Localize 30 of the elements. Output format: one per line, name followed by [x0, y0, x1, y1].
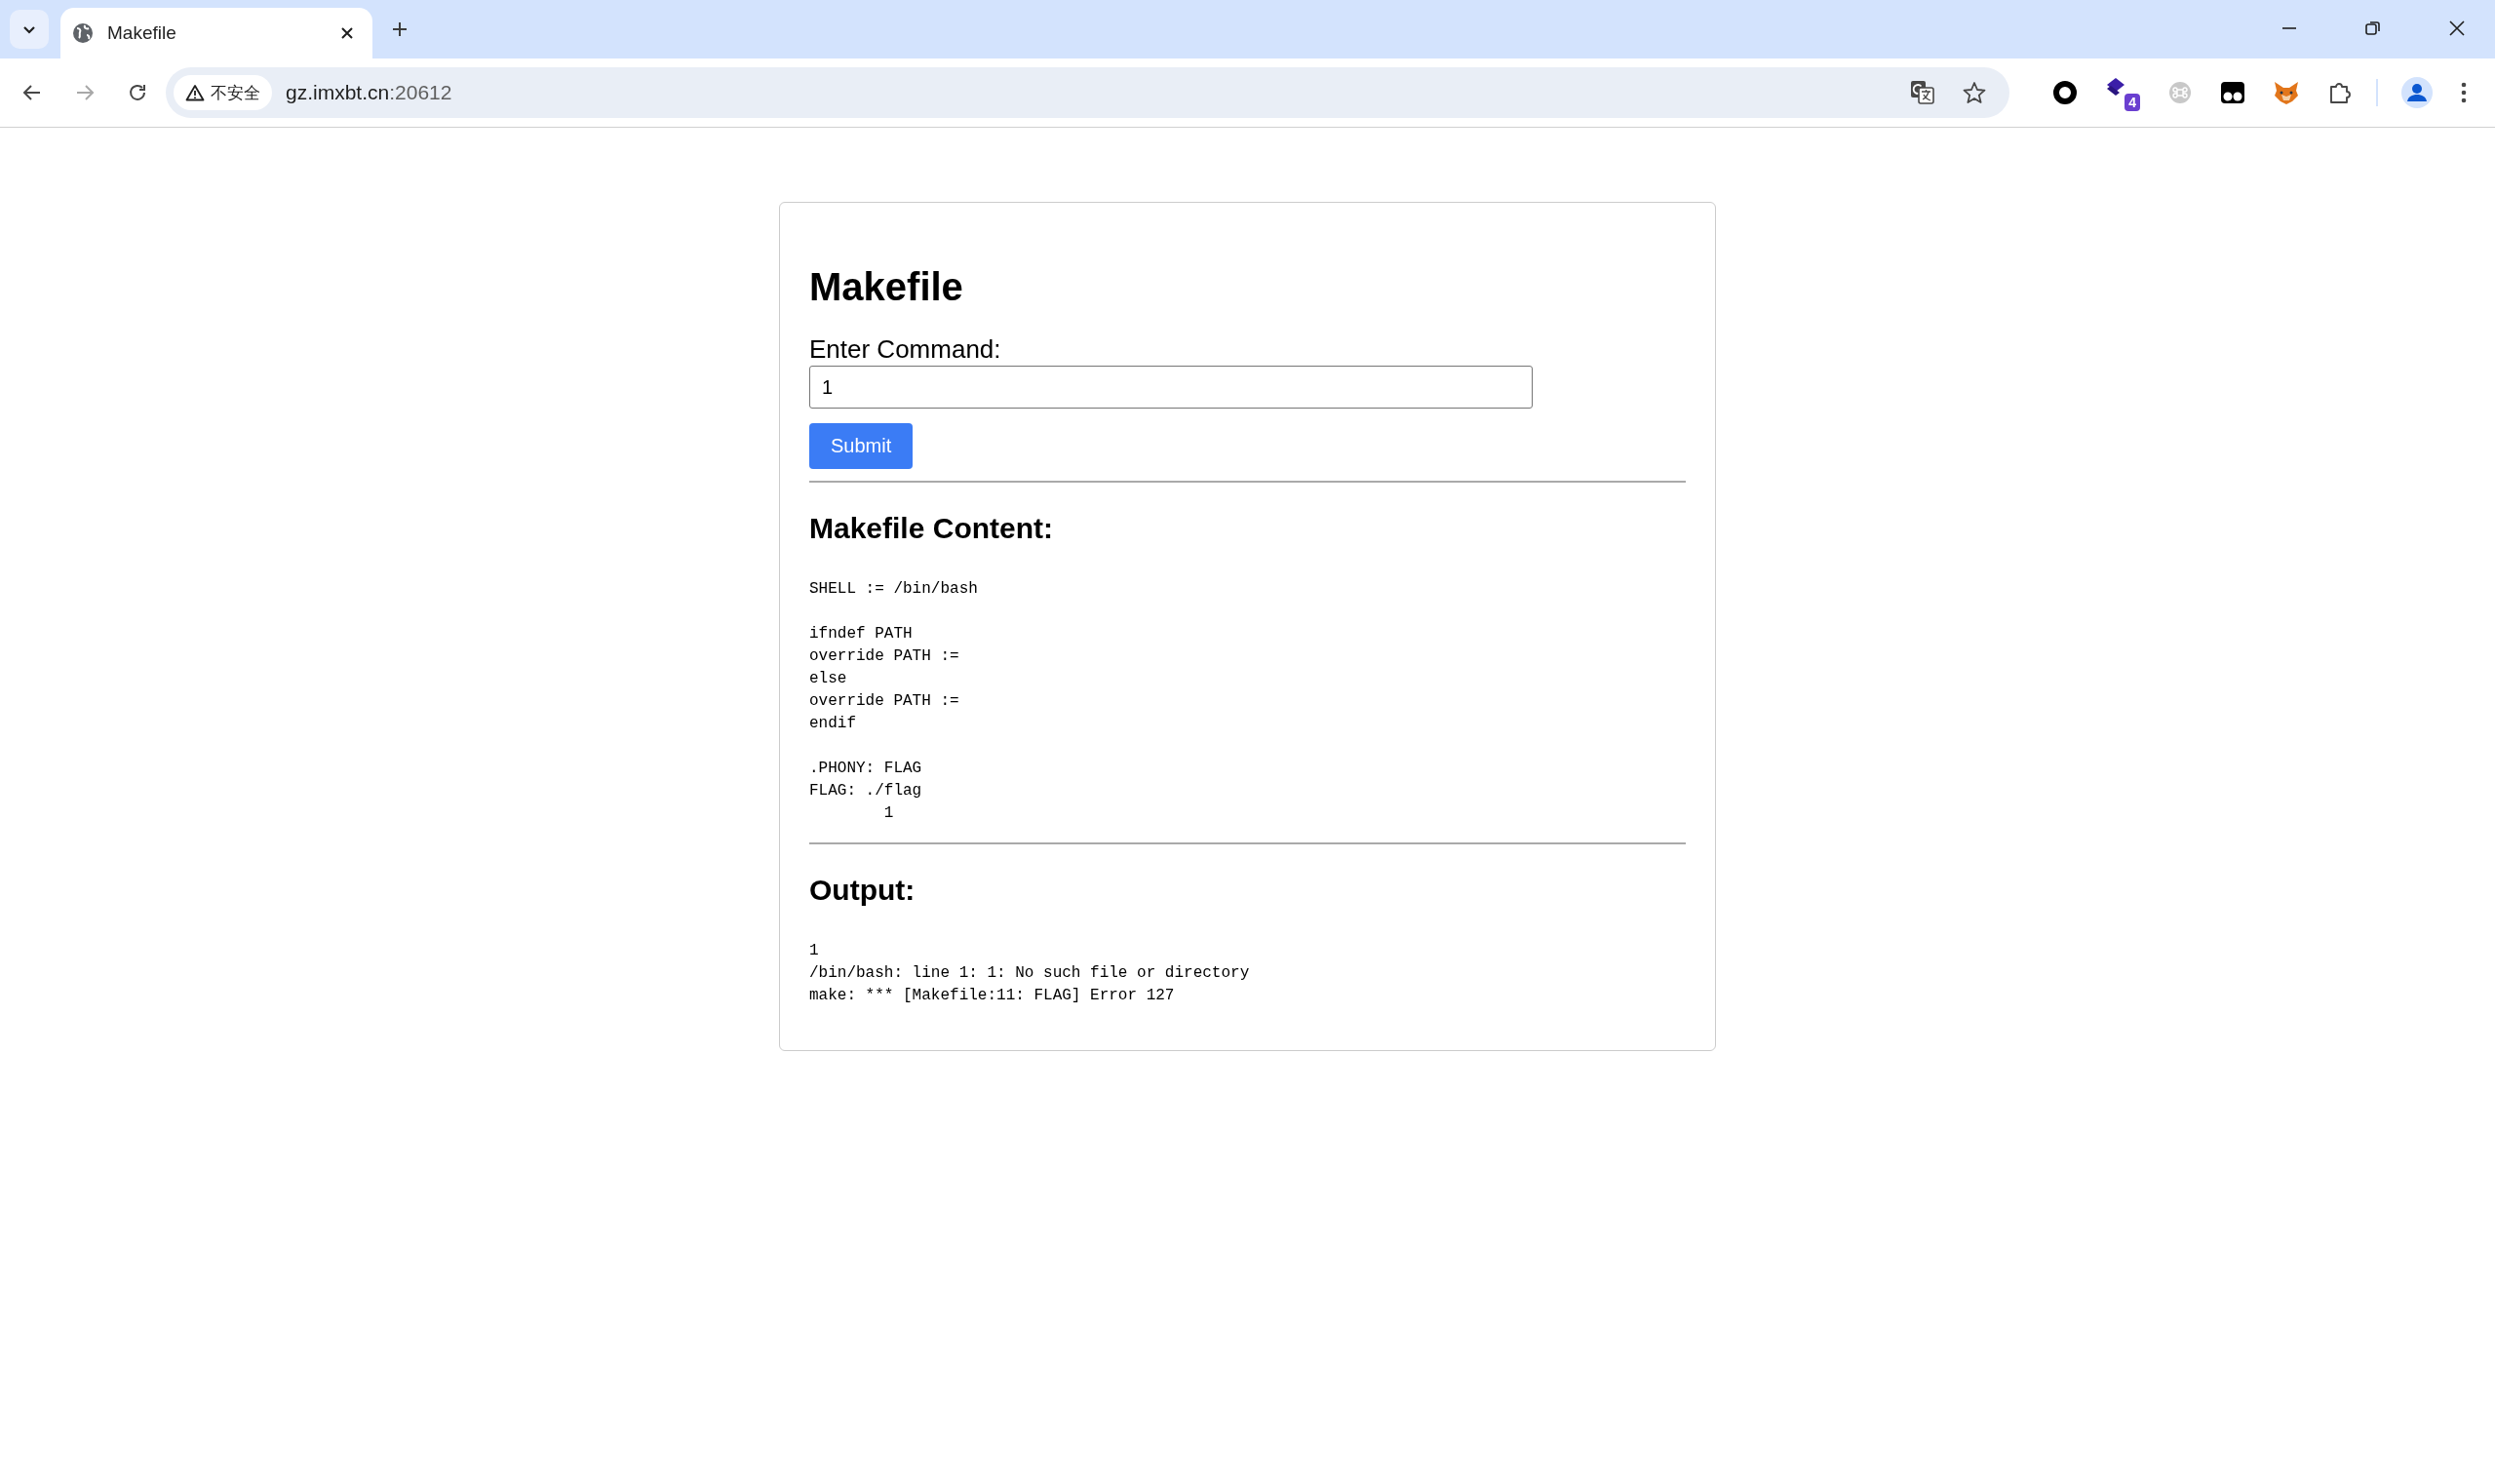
- command-input-field[interactable]: 1: [809, 366, 1533, 409]
- extension-badge: 4: [2125, 94, 2140, 111]
- submit-button[interactable]: Submit: [809, 423, 914, 469]
- browser-tab[interactable]: Makefile: [60, 8, 372, 59]
- section-heading: Makefile Content:: [809, 512, 1055, 545]
- command-label: Enter Command:: [809, 334, 1002, 365]
- address-bar[interactable]: 不安全 gz.imxbt.cn:20612: [166, 67, 2009, 118]
- extension-button[interactable]: 4: [2105, 74, 2140, 111]
- ring-icon[interactable]: [2052, 80, 2078, 105]
- url-text: gz.imxbt.cn:20612: [286, 81, 452, 104]
- security-chip[interactable]: 不安全: [174, 75, 272, 110]
- fox-icon[interactable]: [2273, 80, 2300, 105]
- restore-icon[interactable]: [2364, 20, 2382, 37]
- new-tab-icon[interactable]: [390, 20, 409, 39]
- security-label: 不安全: [211, 82, 260, 104]
- star-icon[interactable]: [1963, 81, 1986, 104]
- reload-icon[interactable]: [127, 82, 148, 103]
- more-menu-icon[interactable]: [2460, 81, 2468, 104]
- command-output: 1 /bin/bash: line 1: 1: No such file or directory make: *** [Makefile:11: FLAG] Error 127: [809, 941, 1251, 1006]
- puzzle-icon[interactable]: [2327, 80, 2353, 105]
- close-icon[interactable]: [2448, 20, 2466, 37]
- page-title: Makefile: [809, 265, 964, 309]
- translate-icon[interactable]: [1910, 80, 1935, 105]
- profile-avatar-icon[interactable]: [2401, 77, 2433, 108]
- warning-icon: [185, 84, 205, 101]
- tab-title: Makefile: [107, 22, 177, 44]
- close-icon[interactable]: [339, 25, 355, 41]
- section-heading: Output:: [809, 874, 916, 907]
- two-dots-icon[interactable]: [2220, 80, 2245, 105]
- makefile-code: SHELL := /bin/bash ifndef PATH override PATH := else override PATH := endif .PHONY: FLAG FLAG: ./flag 1: [809, 579, 979, 824]
